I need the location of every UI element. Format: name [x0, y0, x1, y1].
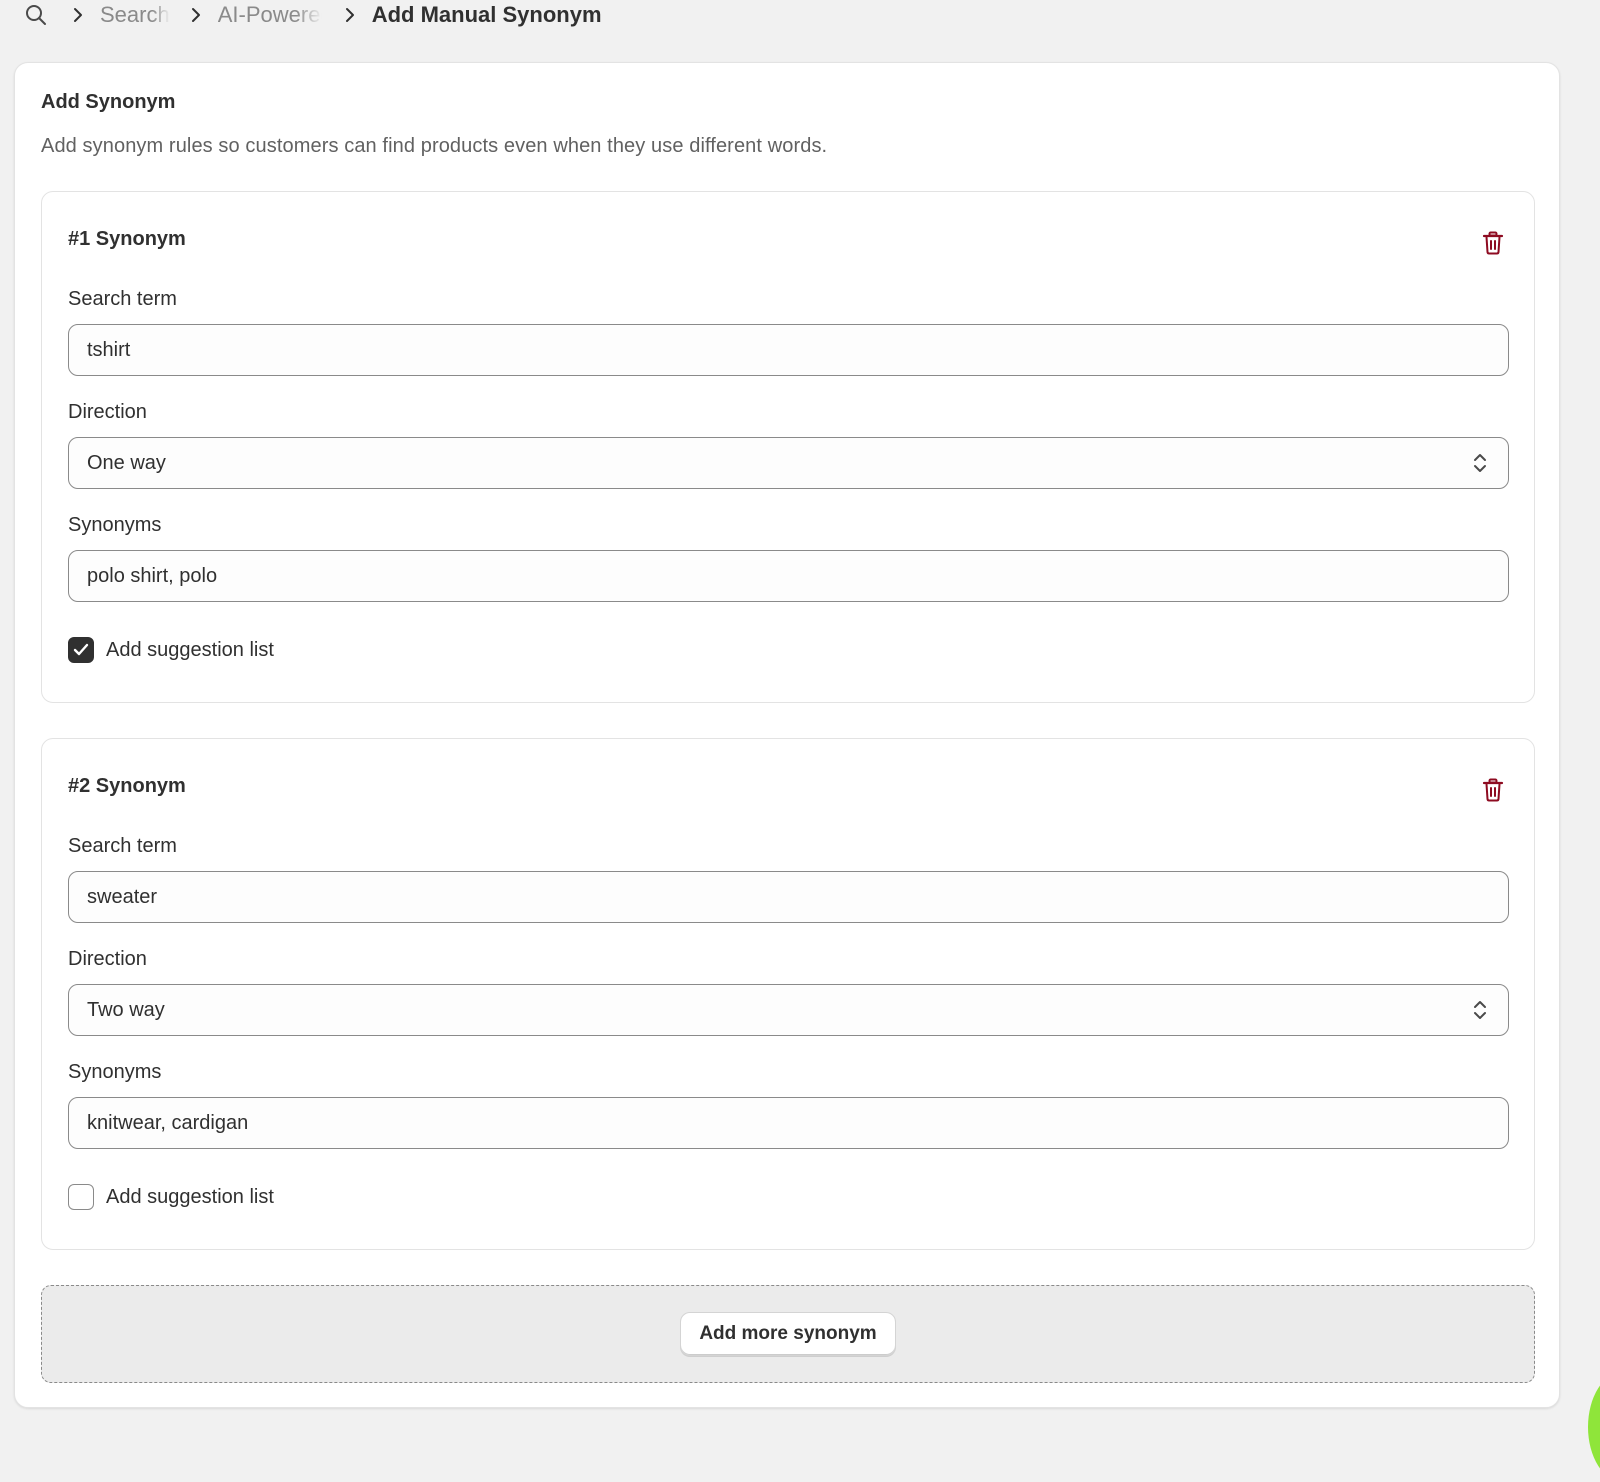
add-more-zone: Add more synonym [41, 1285, 1535, 1383]
trash-icon [1482, 231, 1504, 255]
delete-rule-button[interactable] [1476, 773, 1510, 807]
add-suggestion-checkbox-row[interactable]: Add suggestion list [68, 637, 274, 663]
synonym-rule-1: #1 Synonym Search term Direction One way… [41, 191, 1535, 703]
add-suggestion-label: Add suggestion list [106, 1185, 274, 1208]
add-suggestion-label: Add suggestion list [106, 638, 274, 661]
add-suggestion-checkbox[interactable] [68, 1184, 94, 1210]
help-launcher-button[interactable] [1588, 1372, 1600, 1482]
breadcrumb-link-search[interactable]: Search [100, 2, 170, 28]
direction-select-value: Two way [87, 998, 165, 1021]
direction-select-value: One way [87, 451, 166, 474]
add-synonym-card: Add Synonym Add synonym rules so custome… [14, 62, 1560, 1408]
select-chevron-icon [1470, 998, 1490, 1022]
chevron-right-icon [338, 3, 362, 27]
synonyms-input[interactable] [68, 550, 1509, 602]
card-description: Add synonym rules so customers can find … [41, 135, 828, 157]
synonyms-label: Synonyms [68, 514, 162, 536]
add-suggestion-checkbox-row[interactable]: Add suggestion list [68, 1184, 274, 1210]
direction-label: Direction [68, 948, 147, 970]
synonyms-label: Synonyms [68, 1061, 162, 1083]
delete-rule-button[interactable] [1476, 226, 1510, 260]
synonym-rule-2: #2 Synonym Search term Direction Two way… [41, 738, 1535, 1250]
card-title: Add Synonym [41, 91, 176, 113]
search-term-input[interactable] [68, 324, 1509, 376]
search-term-input[interactable] [68, 871, 1509, 923]
rule-title: #2 Synonym [68, 775, 186, 797]
add-more-synonym-button[interactable]: Add more synonym [680, 1312, 896, 1356]
breadcrumb-link-ai-powered[interactable]: AI-Powered [218, 2, 322, 28]
page-title: Add Manual Synonym [371, 2, 602, 27]
direction-select[interactable]: One way [68, 437, 1509, 489]
checkmark-icon [73, 643, 89, 656]
direction-select[interactable]: Two way [68, 984, 1509, 1036]
direction-label: Direction [68, 401, 147, 423]
search-term-label: Search term [68, 835, 177, 857]
chevron-right-icon [184, 3, 208, 27]
search-term-label: Search term [68, 288, 177, 310]
search-icon[interactable] [24, 3, 48, 27]
synonyms-input[interactable] [68, 1097, 1509, 1149]
trash-icon [1482, 778, 1504, 802]
chevron-right-icon [66, 3, 90, 27]
rule-title: #1 Synonym [68, 228, 186, 250]
add-suggestion-checkbox[interactable] [68, 637, 94, 663]
breadcrumb: Search AI-Powered Add Manual Synonym [24, 0, 602, 30]
select-chevron-icon [1470, 451, 1490, 475]
